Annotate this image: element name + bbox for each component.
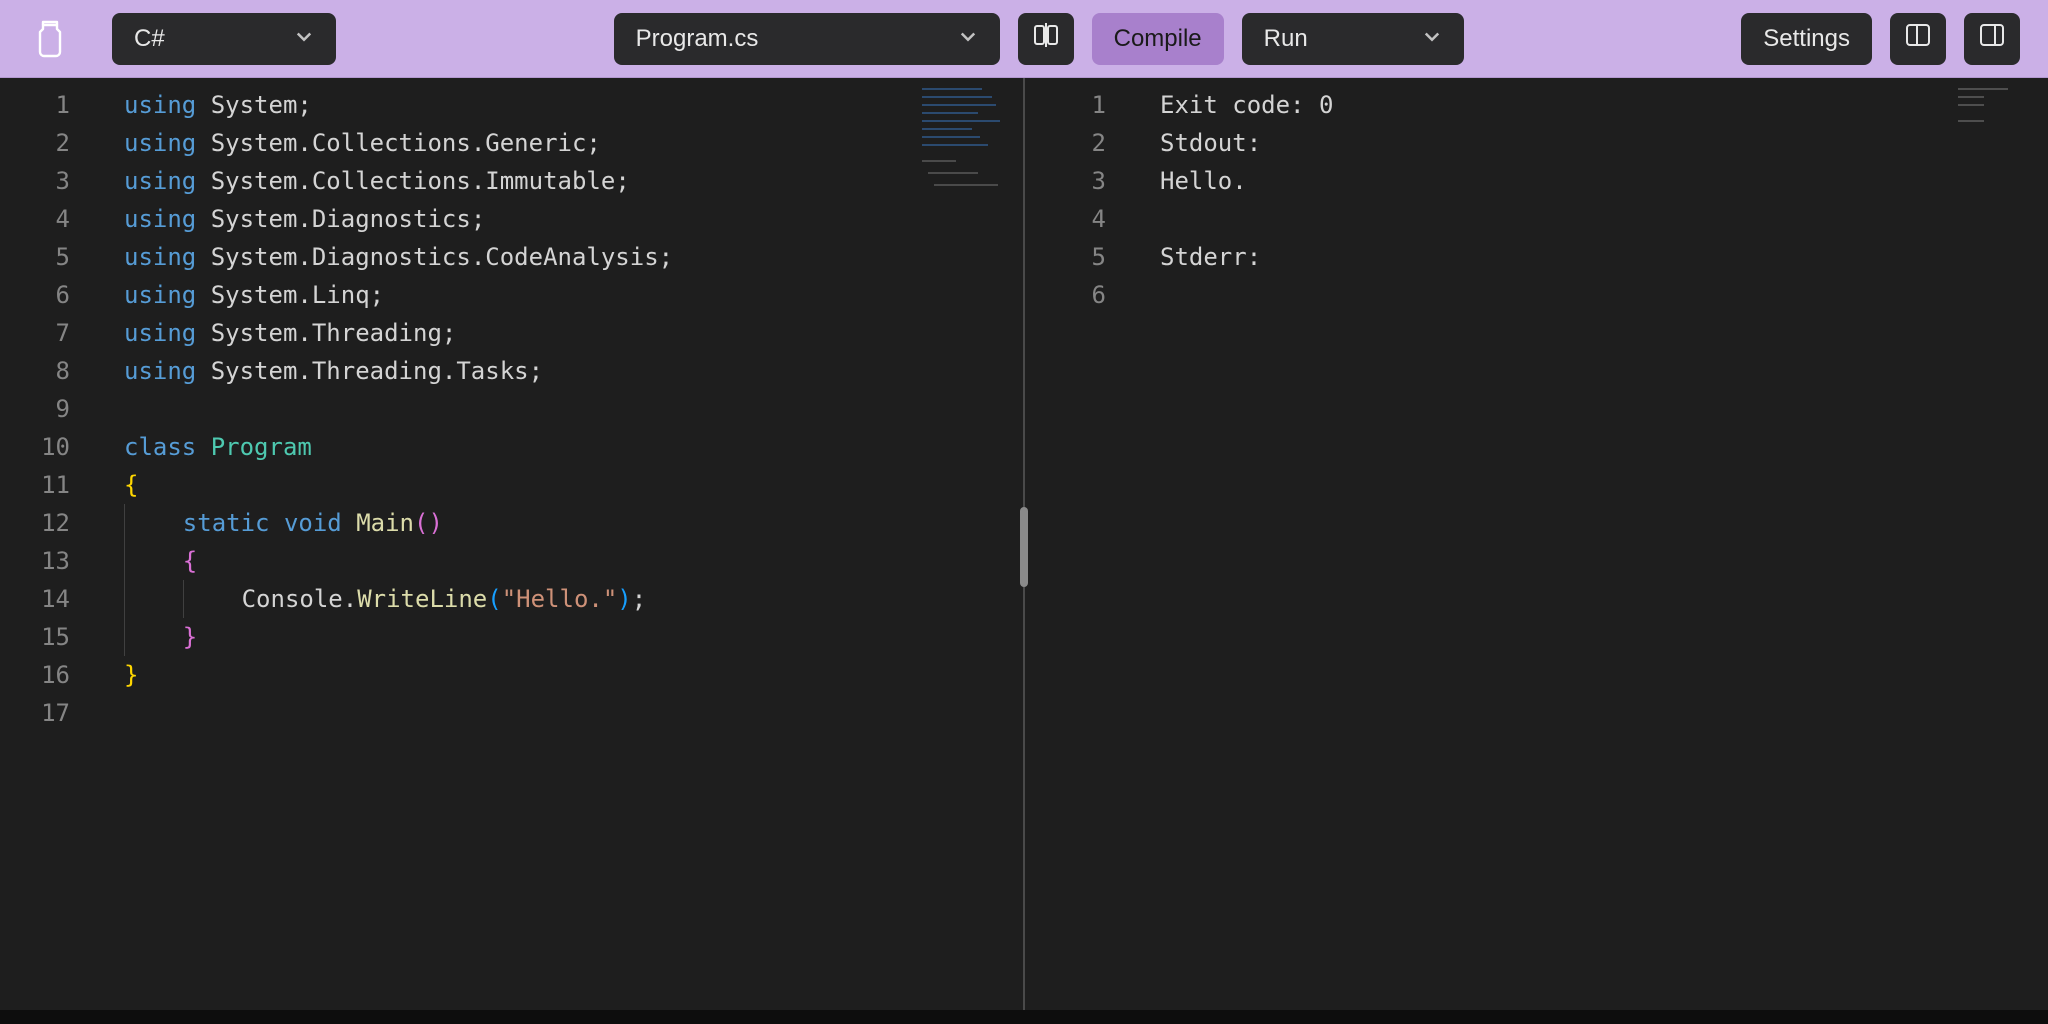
chevron-down-icon xyxy=(294,25,314,53)
output-pane[interactable]: 123456 Exit code: 0Stdout:Hello.Stderr: xyxy=(1036,78,2048,1010)
compile-button[interactable]: Compile xyxy=(1092,13,1224,65)
output-gutter: 123456 xyxy=(1036,78,1132,1010)
language-dropdown[interactable]: C# xyxy=(112,13,336,65)
editor-gutter: 1234567891011121314151617 xyxy=(0,78,96,1010)
app-logo xyxy=(28,17,72,61)
splitter-grip[interactable] xyxy=(1020,507,1028,587)
panel-left-icon xyxy=(1904,21,1932,56)
pane-splitter[interactable] xyxy=(1012,78,1036,1010)
toolbar: C# Program.cs Compile Run Settings xyxy=(0,0,2048,78)
run-label: Run xyxy=(1264,25,1308,53)
layout-right-button[interactable] xyxy=(1964,13,2020,65)
split-panel-icon xyxy=(1032,21,1060,56)
panel-right-icon xyxy=(1978,21,2006,56)
workspace: 1234567891011121314151617 using System;u… xyxy=(0,78,2048,1010)
output-area: Exit code: 0Stdout:Hello.Stderr: xyxy=(1132,78,2048,1010)
run-dropdown[interactable]: Run xyxy=(1242,13,1464,65)
settings-label: Settings xyxy=(1763,25,1850,53)
settings-button[interactable]: Settings xyxy=(1741,13,1872,65)
chevron-down-icon xyxy=(958,25,978,53)
layout-left-button[interactable] xyxy=(1890,13,1946,65)
code-editor-pane[interactable]: 1234567891011121314151617 using System;u… xyxy=(0,78,1012,1010)
language-label: C# xyxy=(134,25,165,53)
split-center-button[interactable] xyxy=(1018,13,1074,65)
chevron-down-icon xyxy=(1422,25,1442,53)
code-area[interactable]: using System;using System.Collections.Ge… xyxy=(96,78,1012,1010)
status-bar xyxy=(0,1010,2048,1024)
file-label: Program.cs xyxy=(636,25,759,53)
file-dropdown[interactable]: Program.cs xyxy=(614,13,1000,65)
compile-label: Compile xyxy=(1114,25,1202,53)
